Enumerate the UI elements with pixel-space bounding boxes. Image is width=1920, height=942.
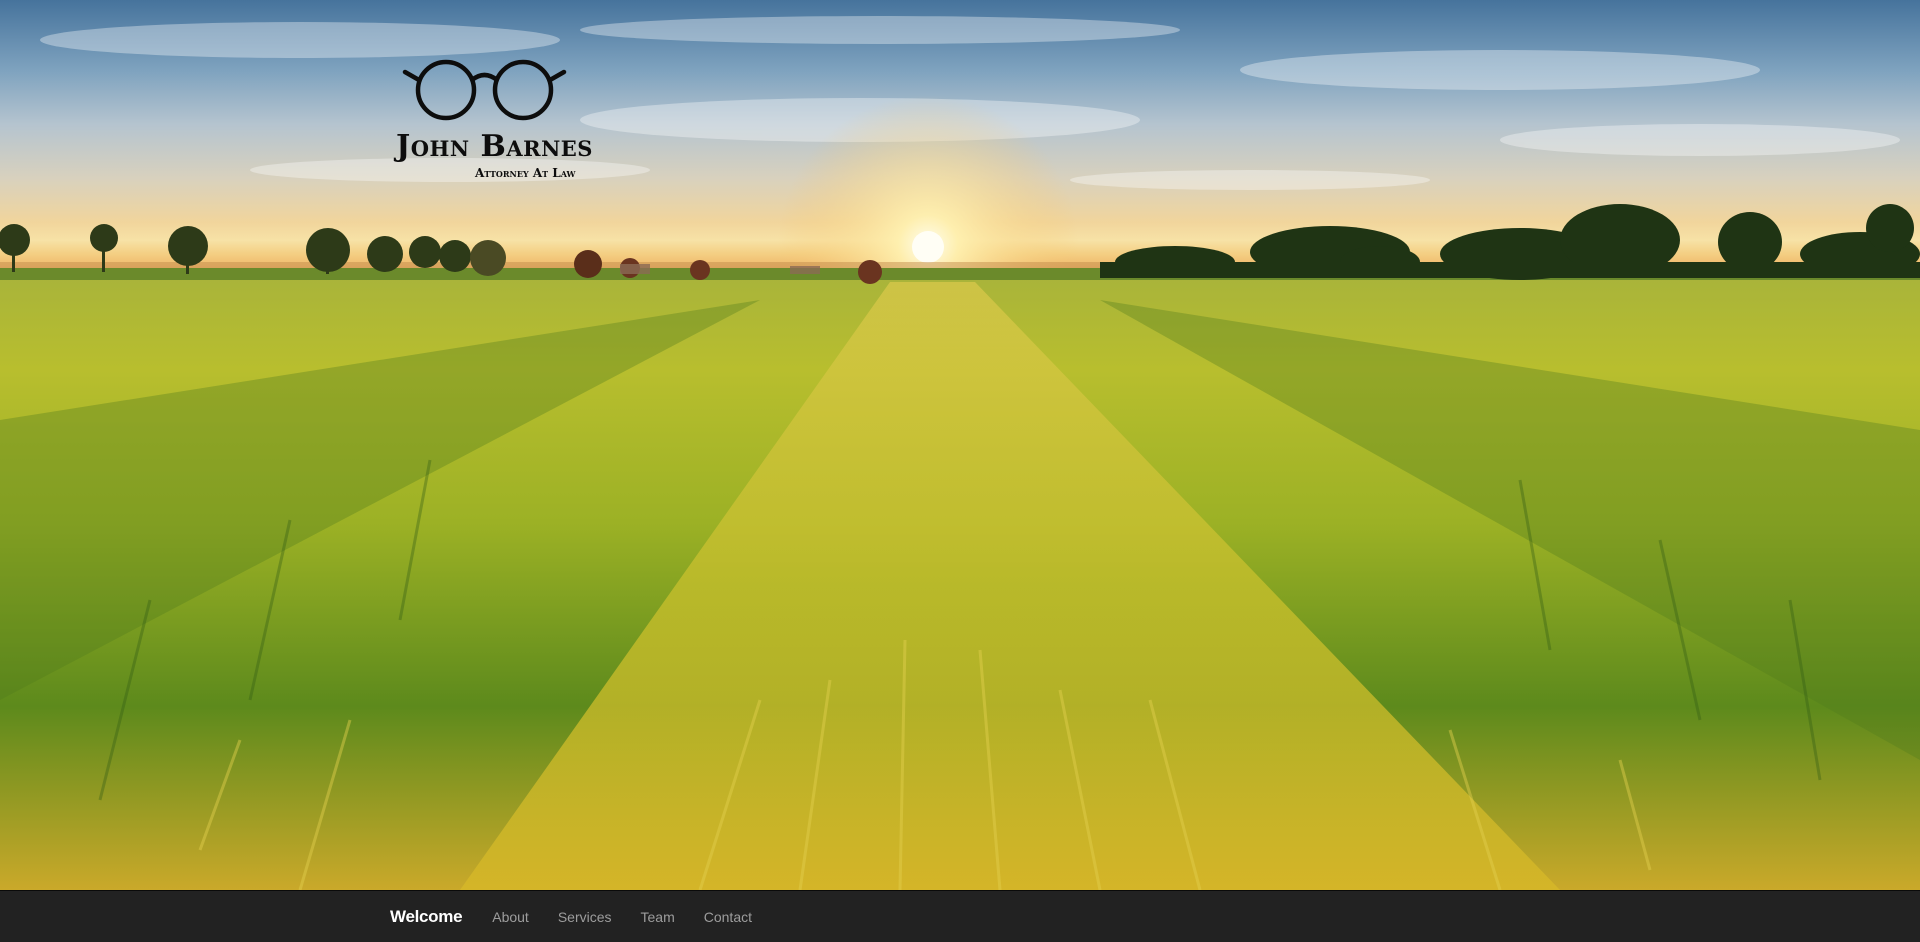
nav-list: Welcome About Services Team Contact [390, 891, 781, 942]
logo-name: John Barnes [396, 129, 593, 164]
hero-banner: John Barnes Attorney At Law [0, 0, 1920, 890]
site-logo[interactable]: John Barnes Attorney At Law [392, 50, 592, 185]
nav-item-services[interactable]: Services [558, 909, 612, 925]
nav-item-contact[interactable]: Contact [704, 909, 752, 925]
hero-landscape-image [0, 16, 1920, 890]
logo-subtitle: Attorney At Law [475, 166, 576, 180]
navbar: Welcome About Services Team Contact [0, 890, 1920, 942]
nav-item-about[interactable]: About [492, 909, 529, 925]
nav-item-team[interactable]: Team [641, 909, 675, 925]
nav-brand-welcome[interactable]: Welcome [390, 907, 463, 927]
glasses-icon [402, 59, 567, 121]
